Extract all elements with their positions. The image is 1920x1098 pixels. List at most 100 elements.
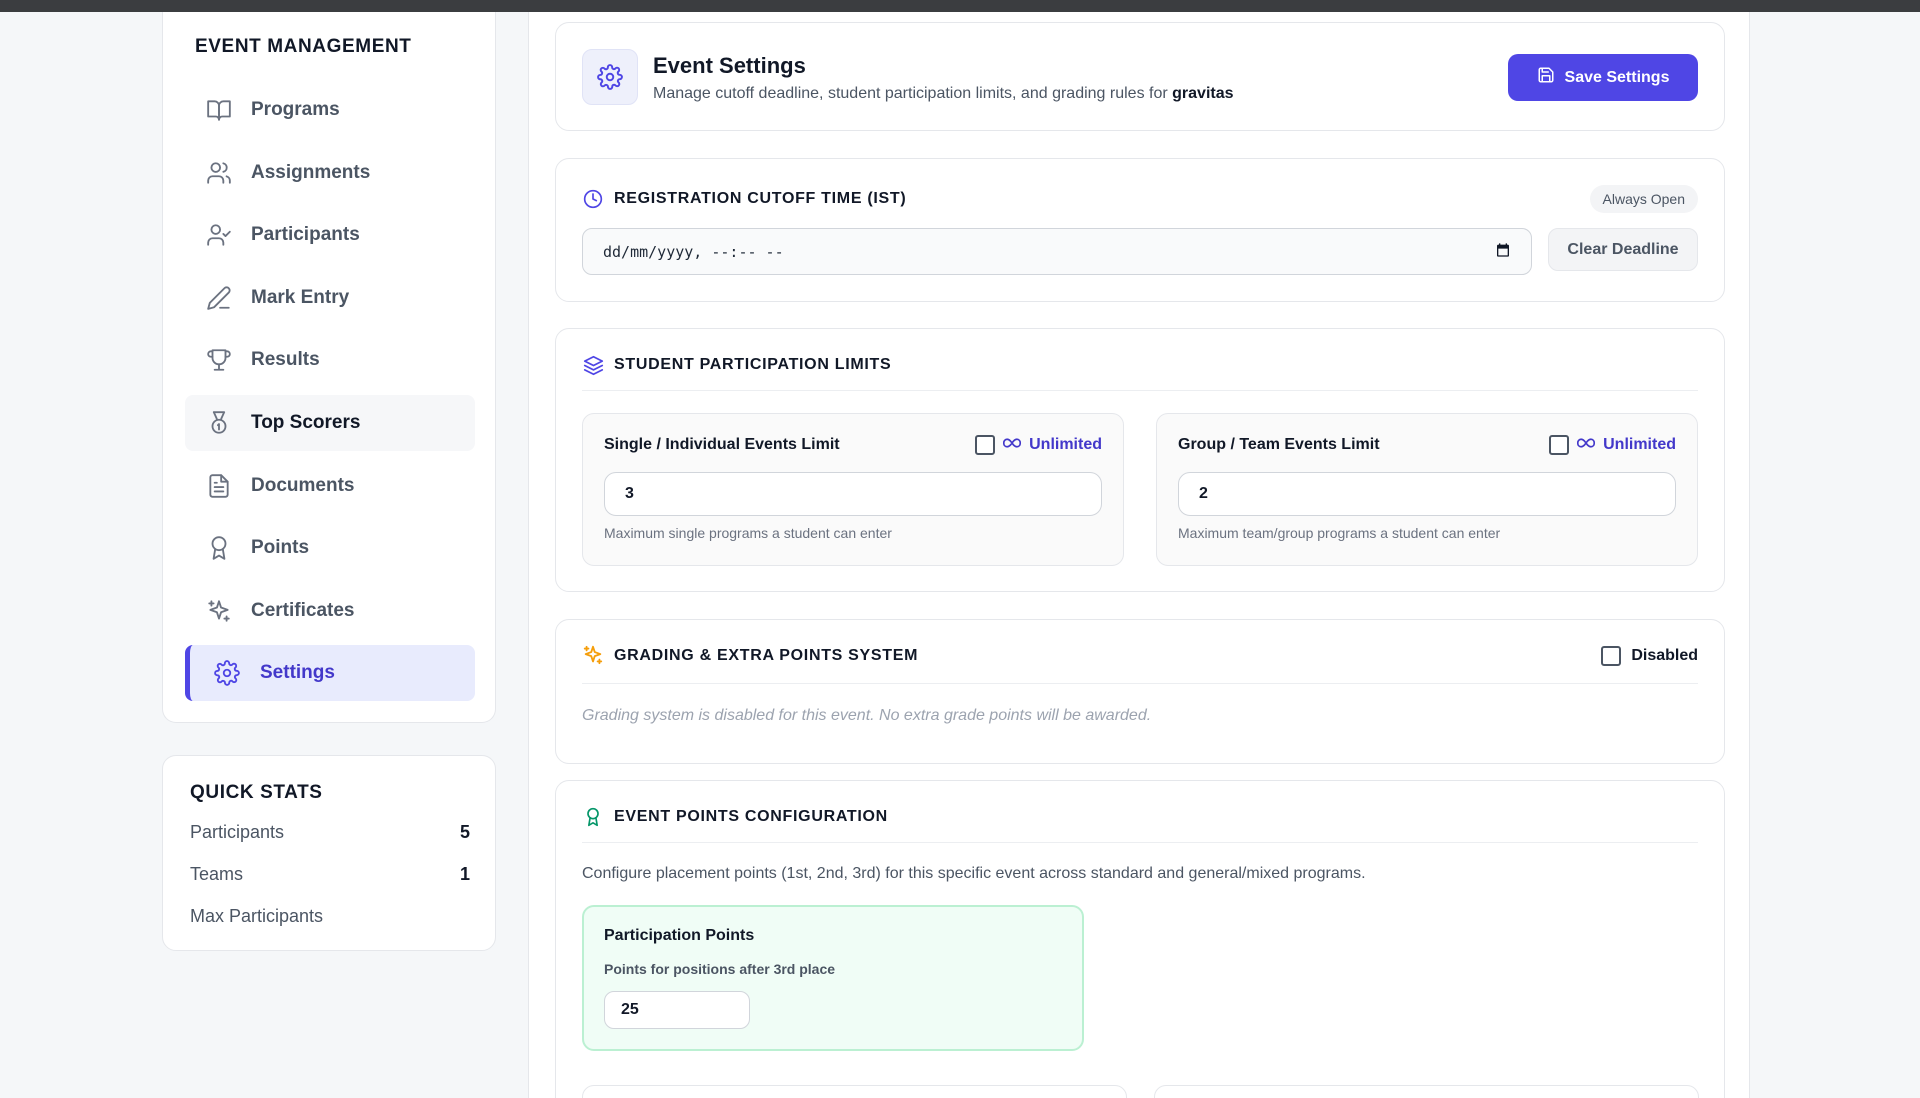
award-icon xyxy=(205,534,233,562)
settings-header-card: Event Settings Manage cutoff deadline, s… xyxy=(555,22,1725,131)
layers-icon xyxy=(582,354,604,376)
sidebar-item-label: Mark Entry xyxy=(251,286,350,308)
event-points-card: EVENT POINTS CONFIGURATION Configure pla… xyxy=(555,780,1725,1098)
sidebar-item-label: Participants xyxy=(251,224,360,246)
single-limit-box: Single / Individual Events Limit Unlimit… xyxy=(582,413,1124,566)
status-badge: Always Open xyxy=(1589,185,1698,213)
sidebar-item-certificates[interactable]: Certificates xyxy=(185,583,475,639)
single-unlimited-toggle[interactable]: Unlimited xyxy=(975,435,1102,455)
pencil-icon xyxy=(205,284,233,312)
divider xyxy=(582,390,1698,391)
participation-points-title: Participation Points xyxy=(604,927,755,944)
stat-label: Teams xyxy=(190,864,244,884)
single-unlimited-checkbox[interactable] xyxy=(975,435,996,455)
window-top-bar xyxy=(0,0,1920,12)
save-settings-label: Save Settings xyxy=(1564,68,1670,86)
stat-row-max-participants: Max Participants xyxy=(190,906,470,927)
stat-value: 5 xyxy=(459,822,470,842)
sidebar-item-points[interactable]: Points xyxy=(185,520,475,576)
sidebar-title: EVENT MANAGEMENT xyxy=(195,36,412,57)
event-points-title: EVENT POINTS CONFIGURATION xyxy=(614,808,888,825)
sparkles-icon xyxy=(582,644,604,666)
grading-enable-checkbox[interactable] xyxy=(1601,646,1622,666)
participation-limits-card: STUDENT PARTICIPATION LIMITS Single / In… xyxy=(555,328,1725,592)
gear-icon xyxy=(582,49,638,105)
divider xyxy=(582,842,1698,843)
sidebar-item-results[interactable]: Results xyxy=(185,332,475,388)
group-limit-box: Group / Team Events Limit Unlimited 2 Ma… xyxy=(1156,413,1698,566)
cutoff-datetime-placeholder: dd/mm/yyyy, --:-- -- xyxy=(603,242,784,261)
stat-row-teams: Teams 1 xyxy=(190,864,470,885)
single-unlimited-label: Unlimited xyxy=(1029,436,1102,453)
grading-disabled-note: Grading system is disabled for this even… xyxy=(582,707,1152,724)
divider xyxy=(582,683,1698,684)
calendar-icon[interactable] xyxy=(1495,242,1511,262)
quick-stats-card: QUICK STATS Participants 5 Teams 1 Max P… xyxy=(162,755,496,951)
trophy-icon xyxy=(205,346,233,374)
single-limit-help: Maximum single programs a student can en… xyxy=(604,525,892,541)
group-limit-help: Maximum team/group programs a student ca… xyxy=(1178,525,1501,541)
stat-row-participants: Participants 5 xyxy=(190,822,470,843)
sidebar-item-label: Results xyxy=(251,349,320,371)
infinity-icon xyxy=(1577,436,1596,454)
sidebar-item-label: Settings xyxy=(260,662,335,684)
grading-system-title: GRADING & EXTRA POINTS SYSTEM xyxy=(614,647,919,664)
cutoff-datetime-input[interactable]: dd/mm/yyyy, --:-- -- xyxy=(582,228,1532,275)
sidebar-item-label: Assignments xyxy=(251,161,371,183)
sidebar-item-label: Documents xyxy=(251,474,355,496)
medal-icon xyxy=(205,409,233,437)
sidebar-item-label: Top Scorers xyxy=(251,411,361,433)
grading-toggle-label: Disabled xyxy=(1631,647,1698,664)
save-icon xyxy=(1537,66,1555,89)
sidebar-item-participants[interactable]: Participants xyxy=(185,207,475,263)
single-limit-label: Single / Individual Events Limit xyxy=(604,436,840,453)
page-subtitle: Manage cutoff deadline, student particip… xyxy=(653,85,1234,103)
event-name: gravitas xyxy=(1172,85,1234,102)
sparkles-icon xyxy=(205,597,233,625)
stat-value: 1 xyxy=(459,864,470,884)
points-section-card xyxy=(582,1085,1127,1098)
participation-points-box: Participation Points Points for position… xyxy=(582,905,1084,1051)
gear-icon xyxy=(213,659,241,687)
file-text-icon xyxy=(205,472,233,500)
sidebar-item-documents[interactable]: Documents xyxy=(185,458,475,514)
points-section-card xyxy=(1154,1085,1699,1098)
sidebar-item-top-scorers[interactable]: Top Scorers xyxy=(185,394,475,451)
sidebar-item-mark-entry[interactable]: Mark Entry xyxy=(185,270,475,326)
group-unlimited-toggle[interactable]: Unlimited xyxy=(1549,435,1676,455)
participation-limits-title: STUDENT PARTICIPATION LIMITS xyxy=(614,356,892,373)
award-icon xyxy=(582,806,604,828)
event-points-description: Configure placement points (1st, 2nd, 3r… xyxy=(582,865,1366,882)
sidebar-item-settings[interactable]: Settings xyxy=(185,645,475,702)
group-limit-input[interactable]: 2 xyxy=(1178,472,1676,516)
participation-points-input[interactable]: 25 xyxy=(604,991,750,1029)
sidebar-item-label: Programs xyxy=(251,99,340,120)
user-check-icon xyxy=(205,221,233,249)
single-limit-input[interactable]: 3 xyxy=(604,472,1102,516)
users-icon xyxy=(205,159,233,187)
registration-cutoff-card: REGISTRATION CUTOFF TIME (IST) Always Op… xyxy=(555,158,1725,302)
page-subtitle-text: Manage cutoff deadline, student particip… xyxy=(653,85,1168,102)
page-title: Event Settings xyxy=(653,53,806,78)
clock-icon xyxy=(582,188,604,210)
participation-points-subtitle: Points for positions after 3rd place xyxy=(604,961,836,977)
sidebar-item-assignments[interactable]: Assignments xyxy=(185,145,475,201)
stat-label: Max Participants xyxy=(190,906,324,926)
registration-cutoff-title: REGISTRATION CUTOFF TIME (IST) xyxy=(614,190,907,207)
sidebar: EVENT MANAGEMENT Programs Assignments Pa… xyxy=(162,12,496,723)
settings-panel: Event Settings Manage cutoff deadline, s… xyxy=(528,12,1750,1098)
sidebar-item-label: Points xyxy=(251,537,310,559)
book-open-icon xyxy=(205,96,233,124)
grading-enable-toggle[interactable]: Disabled xyxy=(1601,646,1698,666)
infinity-icon xyxy=(1003,436,1022,454)
stat-label: Participants xyxy=(190,822,285,842)
sidebar-item-programs[interactable]: Programs xyxy=(185,82,475,138)
quick-stats-title: QUICK STATS xyxy=(190,782,323,803)
clear-deadline-button[interactable]: Clear Deadline xyxy=(1548,228,1698,271)
sidebar-nav: Programs Assignments Participants Mark E… xyxy=(185,82,475,708)
group-unlimited-label: Unlimited xyxy=(1603,436,1676,453)
sidebar-item-label: Certificates xyxy=(251,599,355,621)
save-settings-button[interactable]: Save Settings xyxy=(1508,54,1698,101)
group-limit-label: Group / Team Events Limit xyxy=(1178,436,1380,453)
group-unlimited-checkbox[interactable] xyxy=(1549,435,1570,455)
